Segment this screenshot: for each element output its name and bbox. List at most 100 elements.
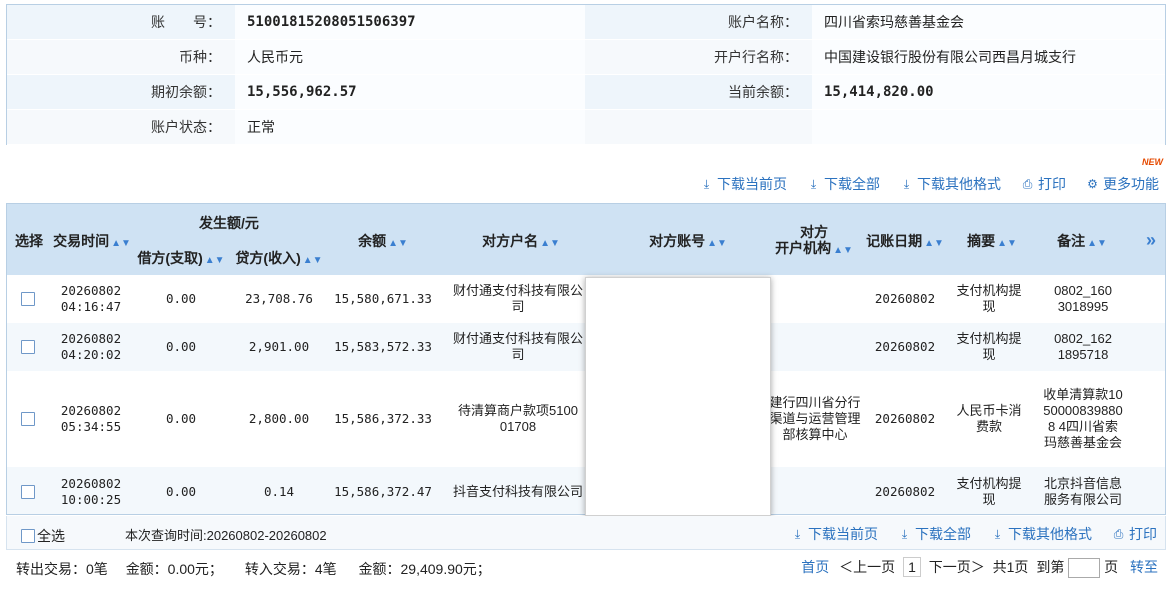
counterparty-bank (771, 323, 859, 371)
transfer-summary: 转出交易：0笔 金额：0.00元； 转入交易：4笔 金额：29,409.90元； (16, 559, 491, 579)
summary: 支付机构提现 (956, 475, 1022, 507)
query-time: 本次查询时间:20260802-20260802 (125, 528, 327, 543)
next-page-link[interactable]: 下一页＞ (929, 559, 985, 575)
summary: 人民币卡消费款 (956, 403, 1022, 434)
opening-balance: 15,556,962.57 (235, 75, 585, 109)
account-name-label: 账户名称： (728, 14, 798, 30)
top-actions: ⤓ 下载当前页 ⤓ 下载全部 ⤓ 下载其他格式 ⎙ 打印 ⚙ 更多功能 NEW (680, 157, 1163, 194)
row-checkbox[interactable] (21, 484, 35, 499)
download-icon: ⤓ (703, 176, 710, 191)
transaction-time: 20260802 04:16:47 (60, 283, 122, 314)
account-info-panel: 账 号： 51001815208051506397 账户名称： 四川省索玛慈善基… (6, 4, 1166, 145)
debit-amount: 0.00 (165, 291, 197, 306)
goto-page-input[interactable] (1068, 558, 1101, 579)
new-badge: NEW (1142, 157, 1163, 167)
remark: 收单清算款10500008398808 4四川省索玛慈善基金会 (1043, 387, 1123, 450)
download-page-button[interactable]: ⤓ 下载当前页 (791, 524, 878, 544)
counterparty-name: 财付通支付科技有限公司 (452, 331, 583, 362)
summary: 支付机构提现 (956, 331, 1022, 362)
status-label: 账户状态： (151, 119, 221, 135)
debit-amount: 0.00 (165, 411, 197, 426)
info-row-balance: 期初余额： 15,556,962.57 当前余额： 15,414,820.00 (7, 75, 1165, 110)
download-other-format-button[interactable]: ⤓ 下载其他格式 (900, 174, 1001, 194)
info-row-status: 账户状态： 正常 (7, 110, 1165, 145)
download-icon: ⤓ (994, 526, 1001, 541)
header-summary[interactable]: 摘要 ▲▼ (957, 231, 1027, 251)
account-number: 51001815208051506397 (235, 5, 585, 39)
first-page-link[interactable]: 首页 (801, 559, 829, 575)
printer-icon: ⎙ (1022, 176, 1033, 191)
sort-icon: ▲▼ (833, 245, 853, 256)
transaction-time: 20260802 04:20:02 (60, 331, 122, 362)
credit-amount: 23,708.76 (245, 291, 313, 306)
prev-page-link[interactable]: ＜上一页 (839, 559, 895, 575)
account-name: 四川省索玛慈善基金会 (812, 5, 1165, 39)
sort-icon: ▲▼ (997, 238, 1017, 249)
current-balance: 15,414,820.00 (812, 75, 1165, 109)
download-other-format-button[interactable]: ⤓ 下载其他格式 (991, 524, 1092, 544)
currency-label: 币种： (179, 49, 221, 65)
more-functions-button[interactable]: ⚙ 更多功能 NEW (1086, 157, 1163, 194)
row-checkbox[interactable] (21, 292, 35, 306)
print-button[interactable]: ⎙ 打印 (1021, 174, 1066, 194)
goto-button[interactable]: 转至 (1130, 559, 1158, 575)
download-icon: ⤓ (903, 176, 910, 191)
download-all-button[interactable]: ⤓ 下载全部 (807, 174, 880, 194)
in-amount: 金额：29,409.90元； (358, 561, 491, 577)
download-page-button[interactable]: ⤓ 下载当前页 (700, 174, 787, 194)
in-transactions: 转入交易：4笔 (244, 561, 337, 577)
post-date: 20260802 (874, 411, 936, 426)
credit-amount: 2,800.00 (248, 411, 310, 426)
counterparty-bank (771, 275, 859, 323)
select-all[interactable]: 全选 (21, 526, 65, 546)
balance: 15,586,372.47 (334, 483, 432, 499)
header-balance[interactable]: 余额 ▲▼ (343, 231, 423, 251)
summary: 支付机构提现 (956, 283, 1022, 314)
remark: 0802_1621895718 (1054, 331, 1112, 362)
sort-icon: ▲▼ (111, 238, 131, 249)
counterparty-bank (771, 467, 859, 514)
header-select: 选择 (15, 233, 43, 249)
currency: 人民币元 (235, 40, 585, 74)
header-counterparty-bank[interactable]: 对方 开户机构 ▲▼ (769, 224, 859, 259)
header-post-date[interactable]: 记账日期 ▲▼ (865, 231, 945, 251)
row-checkbox[interactable] (21, 340, 35, 354)
header-time[interactable]: 交易时间 ▲▼ (53, 231, 131, 251)
header-counterparty-name[interactable]: 对方户名 ▲▼ (471, 231, 571, 251)
balance: 15,580,671.33 (334, 291, 432, 306)
transaction-time: 20260802 05:34:55 (60, 403, 122, 434)
bank-name: 中国建设银行股份有限公司西昌月城支行 (812, 40, 1165, 74)
debit-amount: 0.00 (165, 339, 197, 354)
info-row-currency: 币种： 人民币元 开户行名称： 中国建设银行股份有限公司西昌月城支行 (7, 40, 1165, 75)
print-button[interactable]: ⎙ 打印 (1112, 524, 1157, 544)
balance: 15,583,572.33 (334, 339, 432, 354)
counterparty-bank: 建行四川省分行渠道与运营管理部核算中心 (769, 395, 861, 442)
pagination: 首页 ＜上一页 1 下一页＞ 共1页 到第 页 转至 (801, 557, 1158, 579)
credit-amount: 0.14 (263, 483, 295, 499)
header-counterparty-account[interactable]: 对方账号 ▲▼ (633, 231, 743, 251)
remark: 0802_1603018995 (1054, 283, 1112, 314)
post-date: 20260802 (874, 339, 936, 354)
header-debit[interactable]: 借方(支取) ▲▼ (135, 248, 227, 268)
post-date: 20260802 (874, 483, 936, 499)
header-credit[interactable]: 贷方(收入) ▲▼ (231, 248, 327, 268)
current-balance-label: 当前余额： (728, 84, 798, 100)
account-number-label: 账 号： (151, 14, 221, 30)
printer-icon: ⎙ (1113, 526, 1124, 541)
row-checkbox[interactable] (21, 412, 35, 426)
info-row-account: 账 号： 51001815208051506397 账户名称： 四川省索玛慈善基… (7, 5, 1165, 40)
current-page[interactable]: 1 (903, 557, 921, 577)
debit-amount: 0.00 (165, 483, 197, 499)
header-remark[interactable]: 备注 ▲▼ (1047, 231, 1117, 251)
scroll-right-icon[interactable]: » (1146, 230, 1156, 251)
account-status: 正常 (235, 110, 585, 144)
download-all-button[interactable]: ⤓ 下载全部 (898, 524, 971, 544)
select-all-checkbox[interactable] (21, 529, 35, 543)
table-footer: 全选 本次查询时间:20260802-20260802 ⤓ 下载当前页 ⤓ 下载… (6, 516, 1166, 550)
transaction-time: 20260802 10:00:25 (60, 475, 122, 507)
sort-icon: ▲▼ (707, 238, 727, 249)
balance: 15,586,372.33 (334, 411, 432, 426)
sort-icon: ▲▼ (388, 238, 408, 249)
counterparty-name: 抖音支付科技有限公司 (452, 483, 583, 499)
credit-amount: 2,901.00 (248, 339, 310, 354)
